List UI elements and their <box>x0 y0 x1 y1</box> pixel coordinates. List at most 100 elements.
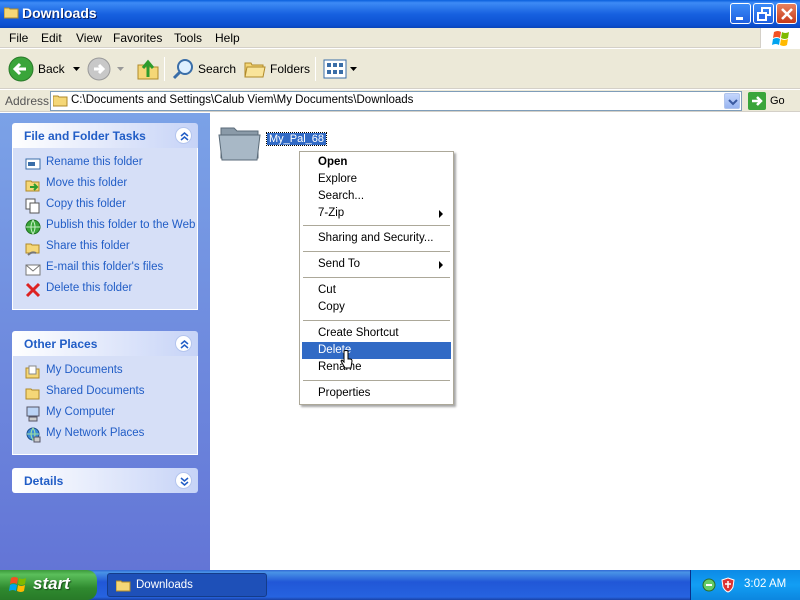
taskbar: start Downloads 3:02 AM <box>0 570 800 600</box>
place-my-network[interactable]: My Network Places <box>13 425 197 446</box>
panel-title: Other Places <box>24 337 98 351</box>
menu-item-sharing[interactable]: Sharing and Security... <box>302 230 451 247</box>
start-button[interactable]: start <box>0 570 97 600</box>
other-places-panel: Other Places My Documents Shared Documen… <box>12 331 198 455</box>
back-label: Back <box>38 62 65 76</box>
close-icon <box>781 8 793 20</box>
menu-separator <box>303 380 450 381</box>
expand-icon[interactable] <box>175 472 192 489</box>
menu-tools[interactable]: Tools <box>174 31 202 45</box>
menu-separator <box>303 277 450 278</box>
restore-icon <box>757 7 771 21</box>
folder-icon <box>218 127 261 161</box>
minimize-button[interactable] <box>730 3 751 24</box>
place-shared-documents[interactable]: Shared Documents <box>13 383 197 404</box>
file-folder-tasks-header[interactable]: File and Folder Tasks <box>12 123 198 148</box>
place-my-computer[interactable]: My Computer <box>13 404 197 425</box>
menu-item-copy[interactable]: Copy <box>302 299 451 316</box>
menu-edit[interactable]: Edit <box>41 31 62 45</box>
network-icon <box>26 427 41 443</box>
search-label: Search <box>198 62 237 76</box>
menu-separator <box>303 251 450 252</box>
folder-icon <box>116 580 131 592</box>
folder-name-label[interactable]: My_Pal_68 <box>265 132 328 146</box>
other-places-header[interactable]: Other Places <box>12 331 198 356</box>
chevron-down-icon <box>350 67 357 71</box>
menu-item-cut[interactable]: Cut <box>302 282 451 299</box>
menu-item-rename[interactable]: Rename <box>302 359 451 376</box>
menu-item-create-shortcut[interactable]: Create Shortcut <box>302 325 451 342</box>
email-icon <box>25 264 41 276</box>
search-button[interactable]: Search <box>171 55 236 83</box>
place-my-documents[interactable]: My Documents <box>13 362 197 383</box>
system-tray: 3:02 AM <box>690 570 800 600</box>
windows-logo-icon <box>9 577 26 592</box>
details-panel: Details <box>12 468 198 493</box>
file-folder-tasks-body: Rename this folder Move this folder Copy… <box>12 148 198 310</box>
up-folder-button[interactable] <box>136 55 160 83</box>
menu-item-explore[interactable]: Explore <box>302 171 451 188</box>
toolbar-separator <box>315 57 316 81</box>
task-publish-web[interactable]: Publish this folder to the Web <box>13 217 197 238</box>
folders-icon <box>244 62 266 78</box>
folders-label: Folders <box>270 62 311 76</box>
back-button[interactable]: Back <box>8 55 80 83</box>
address-dropdown-button[interactable] <box>724 93 740 109</box>
forward-arrow-icon <box>87 57 111 81</box>
window-title: Downloads <box>22 5 97 21</box>
back-arrow-icon <box>8 56 34 82</box>
submenu-arrow-icon <box>439 261 443 269</box>
chevron-down-icon <box>728 99 738 106</box>
menu-view[interactable]: View <box>76 31 102 45</box>
security-shield-icon[interactable] <box>721 577 735 593</box>
close-button[interactable] <box>776 3 797 24</box>
folders-button[interactable]: Folders <box>243 55 310 83</box>
chevron-down-icon <box>117 67 124 71</box>
forward-button[interactable] <box>87 55 124 83</box>
task-move-folder[interactable]: Move this folder <box>13 175 197 196</box>
share-icon <box>25 243 40 256</box>
network-tray-icon[interactable] <box>701 577 717 593</box>
mouse-cursor-icon <box>340 350 353 369</box>
folder-item[interactable] <box>218 122 262 165</box>
my-documents-icon <box>25 365 40 379</box>
rename-icon <box>25 158 41 170</box>
task-delete-folder[interactable]: Delete this folder <box>13 280 197 301</box>
toolbar-separator <box>164 57 165 81</box>
menu-item-send-to[interactable]: Send To <box>302 256 451 273</box>
go-button[interactable]: Go <box>748 92 785 110</box>
menu-favorites[interactable]: Favorites <box>113 31 162 45</box>
menu-item-search[interactable]: Search... <box>302 188 451 205</box>
start-label: start <box>33 574 70 593</box>
minimize-icon <box>736 17 743 20</box>
menu-item-delete[interactable]: Delete <box>302 342 451 359</box>
submenu-arrow-icon <box>439 210 443 218</box>
task-email-files[interactable]: E-mail this folder's files <box>13 259 197 280</box>
computer-icon <box>26 406 40 422</box>
address-bar: Address C:\Documents and Settings\Calub … <box>0 90 800 112</box>
menu-item-properties[interactable]: Properties <box>302 385 451 402</box>
delete-icon <box>25 282 41 298</box>
taskbar-window-button[interactable]: Downloads <box>107 573 267 597</box>
menu-item-open[interactable]: Open <box>302 154 451 171</box>
menu-file[interactable]: File <box>9 31 28 45</box>
globe-icon <box>25 219 41 235</box>
collapse-icon[interactable] <box>175 127 192 144</box>
task-rename-folder[interactable]: Rename this folder <box>13 154 197 175</box>
collapse-icon[interactable] <box>175 335 192 352</box>
menu-item-7zip[interactable]: 7-Zip <box>302 205 451 222</box>
go-label: Go <box>770 95 785 107</box>
menu-item-label: Send To <box>318 258 360 270</box>
details-header[interactable]: Details <box>12 468 198 493</box>
task-share-folder[interactable]: Share this folder <box>13 238 197 259</box>
task-copy-folder[interactable]: Copy this folder <box>13 196 197 217</box>
folder-icon <box>53 95 68 107</box>
menu-separator <box>303 225 450 226</box>
menu-bar: File Edit View Favorites Tools Help <box>0 28 800 48</box>
address-input[interactable]: C:\Documents and Settings\Calub Viem\My … <box>50 91 742 111</box>
menu-help[interactable]: Help <box>215 31 240 45</box>
folder-icon <box>4 7 19 19</box>
other-places-body: My Documents Shared Documents My Compute… <box>12 356 198 455</box>
views-button[interactable] <box>323 55 357 83</box>
restore-button[interactable] <box>753 3 774 24</box>
